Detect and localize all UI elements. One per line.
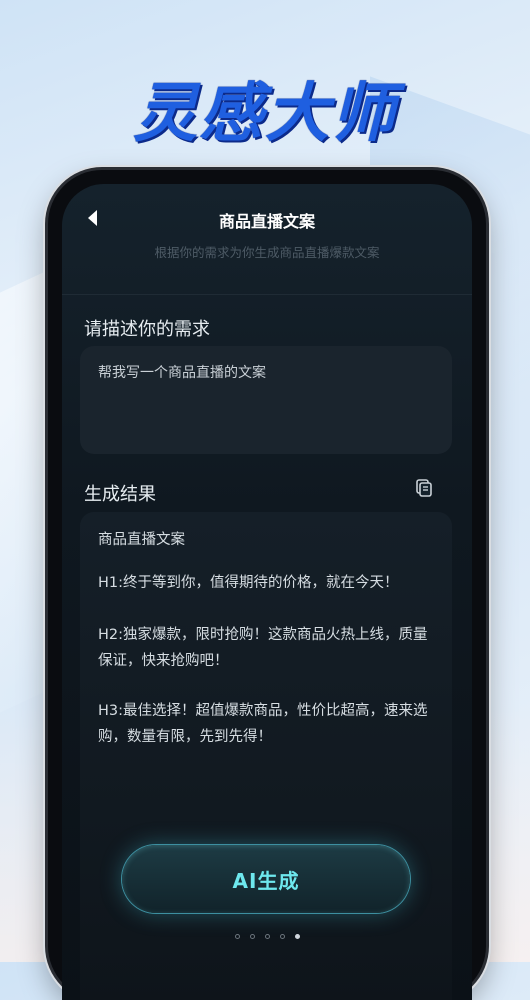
page-indicator	[62, 934, 472, 939]
copy-icon[interactable]	[414, 478, 434, 498]
result-title: 商品直播文案	[98, 532, 185, 548]
phone-screen: 商品直播文案 根据你的需求为你生成商品直播爆款文案 请描述你的需求 帮我写一个商…	[62, 184, 472, 1000]
page-dot	[249, 934, 255, 939]
ai-generate-label: AI生成	[232, 868, 300, 893]
result-paragraph: H2:独家爆款，限时抢购！这款商品火热上线，质量保证，快来抢购吧！	[98, 627, 428, 669]
requirement-label: 请描述你的需求	[84, 319, 210, 340]
requirement-input-value[interactable]: 帮我写一个商品直播的文案	[98, 362, 266, 382]
result-output: 商品直播文案 H1:终于等到你，值得期待的价格，就在今天！ H2:独家爆款，限时…	[80, 512, 452, 1000]
ai-generate-button[interactable]: AI生成	[122, 845, 410, 913]
page-dot	[264, 934, 270, 939]
page-dot-active	[294, 934, 300, 939]
phone-frame: 商品直播文案 根据你的需求为你生成商品直播爆款文案 请描述你的需求 帮我写一个商…	[48, 170, 486, 1000]
page-dot	[234, 934, 240, 939]
app-banner-title: 灵感大师	[133, 77, 397, 151]
result-paragraph: H1:终于等到你，值得期待的价格，就在今天！	[98, 575, 399, 591]
page-header: 商品直播文案 根据你的需求为你生成商品直播爆款文案	[62, 184, 472, 295]
page-subtitle: 根据你的需求为你生成商品直播爆款文案	[154, 245, 380, 260]
page-dot	[279, 934, 285, 939]
requirement-input[interactable]: 帮我写一个商品直播的文案	[80, 346, 452, 454]
result-paragraph: H3:最佳选择！超值爆款商品，性价比超高，速来选购，数量有限，先到先得！	[98, 703, 428, 745]
page-title: 商品直播文案	[218, 212, 315, 231]
result-label: 生成结果	[84, 484, 156, 505]
